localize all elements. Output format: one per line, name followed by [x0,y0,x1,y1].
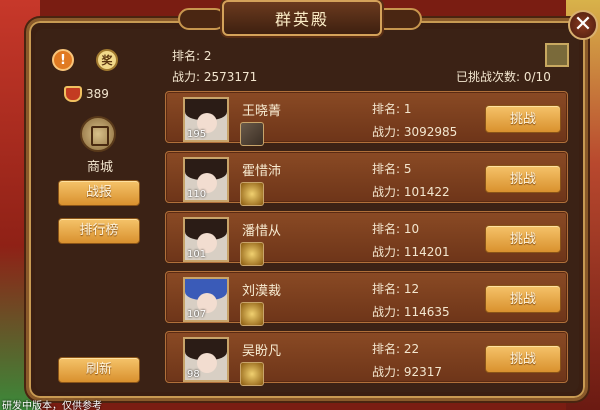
rank-label: 排名: [372,162,401,176]
challenge-count-value: 0/10 [523,70,551,84]
window-title: 群英殿 [274,10,329,29]
version-footnote: 研发中版本，仅供参考 [2,401,102,410]
player-rank: 排名: 22 [372,340,419,357]
player-name: 王晓菁 [242,104,282,119]
challenge-button[interactable]: 挑战 [485,225,561,253]
player-rank: 排名: 10 [372,220,419,237]
player-power: 战力: 92317 [372,363,442,380]
opponent-row: 110 霍惜沛 排名: 5 战力: 101422 挑战 [165,151,568,206]
power-label: 战力: [372,365,401,379]
rank-label: 排名: [372,102,401,116]
title-ornament-left [178,8,226,30]
rank-label: 排名: [372,222,401,236]
player-power: 战力: 114201 [372,243,450,260]
rank-badge: 389 [64,86,109,102]
power-value: 114201 [403,245,450,259]
challenge-count-label: 已挑战次数: [456,70,521,84]
opponent-row: 107 刘漠裁 排名: 12 战力: 114635 挑战 [165,271,568,326]
avatar[interactable]: 107 [183,277,229,322]
power-label: 战力: [372,245,401,259]
medal-icon[interactable] [240,242,264,266]
opponent-row: 101 潘惜从 排名: 10 战力: 114201 挑战 [165,211,568,266]
title-plate: 群英殿 [222,0,382,36]
rank-badge-value: 389 [86,87,109,101]
challenge-count: 已挑战次数: 0/10 [456,68,551,85]
rank-value: 10 [403,222,420,236]
power-label: 战力: [372,185,401,199]
player-name: 刘漠裁 [242,284,282,299]
weapon-icon[interactable] [240,122,264,146]
close-button[interactable]: ✕ [568,10,598,40]
my-power-label: 战力: [172,70,201,84]
player-name: 吴盼凡 [242,344,282,359]
rank-badge-icon [64,86,82,102]
sidebar: ! 奖 389 商城 战报 排行榜 刷新 [40,40,160,396]
level: 107 [187,309,207,320]
level: 98 [187,369,200,380]
level: 101 [187,249,207,260]
rank-label: 排名: [372,342,401,356]
my-rank-label: 排名: [172,49,201,63]
opponent-row: 195 王晓菁 排名: 1 战力: 3092985 挑战 [165,91,568,146]
medal-icon[interactable] [240,182,264,206]
rankings-button[interactable]: 排行榜 [58,218,140,244]
challenge-button[interactable]: 挑战 [485,165,561,193]
my-power-value: 2573171 [203,70,258,84]
power-label: 战力: [372,305,401,319]
opponent-row: 98 吴盼凡 排名: 22 战力: 92317 挑战 [165,331,568,386]
scroll-icon[interactable] [545,43,569,67]
player-rank: 排名: 1 [372,100,412,117]
player-rank: 排名: 5 [372,160,412,177]
avatar[interactable]: 110 [183,157,229,202]
power-value: 114635 [403,305,450,319]
avatar[interactable]: 101 [183,217,229,262]
power-value: 101422 [403,185,450,199]
power-value: 3092985 [403,125,458,139]
rank-value: 22 [403,342,420,356]
challenge-button[interactable]: 挑战 [485,105,561,133]
battle-report-button[interactable]: 战报 [58,180,140,206]
power-value: 92317 [403,365,443,379]
avatar[interactable]: 195 [183,97,229,142]
rank-value: 5 [403,162,412,176]
rank-label: 排名: [372,282,401,296]
challenge-button[interactable]: 挑战 [485,345,561,373]
my-power: 战力: 2573171 [172,68,257,85]
rank-value: 12 [403,282,420,296]
shop-label[interactable]: 商城 [70,156,130,175]
power-label: 战力: [372,125,401,139]
medal-icon[interactable] [240,302,264,326]
avatar[interactable]: 98 [183,337,229,382]
player-power: 战力: 114635 [372,303,450,320]
shop-icon[interactable] [80,116,116,152]
rank-value: 1 [403,102,412,116]
level: 110 [187,189,207,200]
my-rank-value: 2 [203,49,212,63]
player-rank: 排名: 12 [372,280,419,297]
player-power: 战力: 3092985 [372,123,457,140]
medal-icon[interactable] [240,362,264,386]
my-rank: 排名: 2 [172,47,212,64]
player-name: 霍惜沛 [242,164,282,179]
refresh-button[interactable]: 刷新 [58,357,140,383]
award-icon[interactable]: 奖 [96,49,118,71]
challenge-button[interactable]: 挑战 [485,285,561,313]
level: 195 [187,129,207,140]
player-power: 战力: 101422 [372,183,450,200]
warning-icon[interactable]: ! [52,49,74,71]
player-name: 潘惜从 [242,224,282,239]
